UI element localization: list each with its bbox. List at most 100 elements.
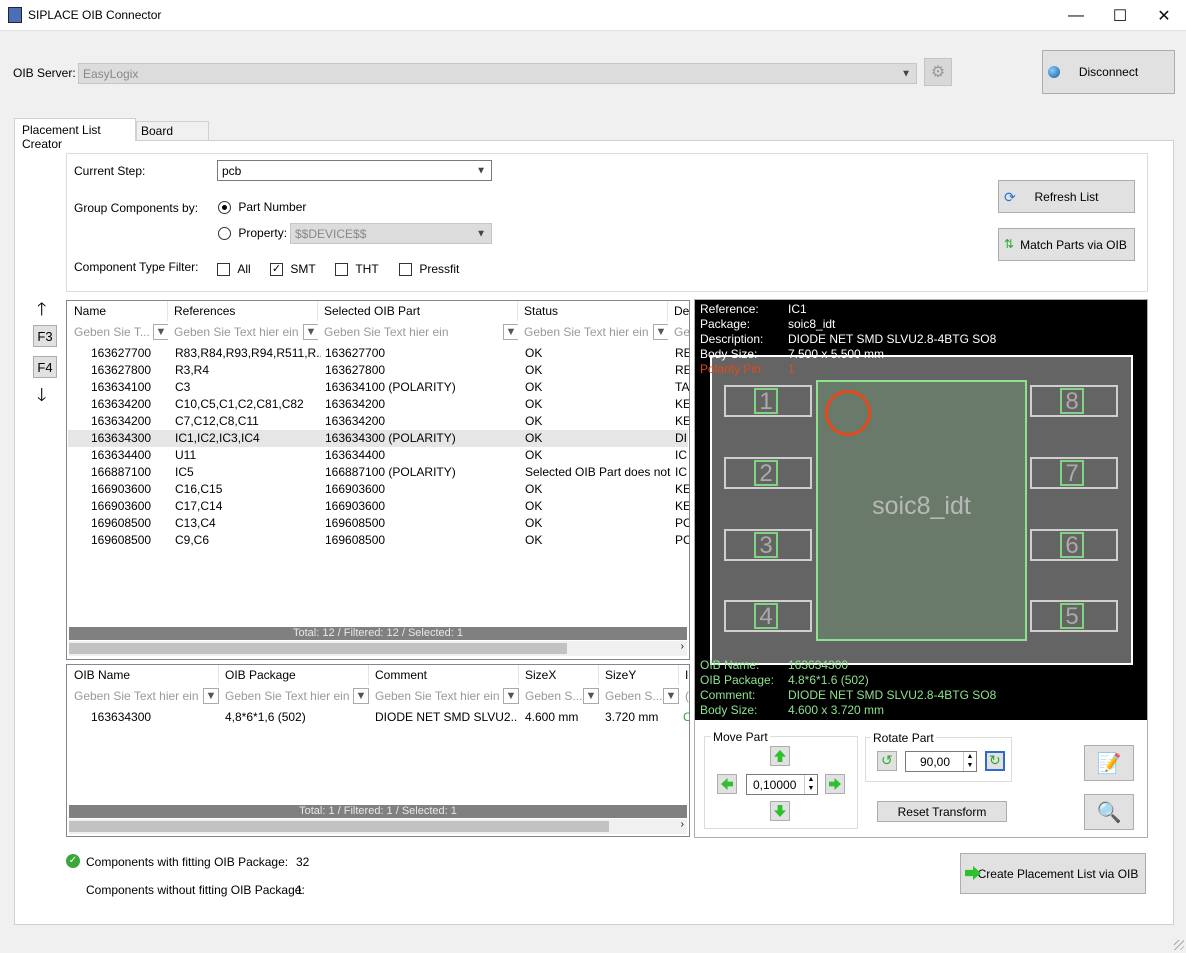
filter-icon[interactable]: ▼ <box>503 688 519 704</box>
filter-pressfit-checkbox[interactable]: Pressfit <box>399 262 459 277</box>
resize-grip-icon[interactable] <box>1174 940 1184 950</box>
move-up-button[interactable] <box>770 746 790 766</box>
column-header[interactable]: SizeY <box>599 665 679 685</box>
scrollbar-thumb[interactable] <box>69 643 567 654</box>
column-header[interactable]: Selected OIB Part <box>318 301 518 321</box>
table-row[interactable]: ✓163627800R3,R4163627800OKRE <box>68 362 689 379</box>
parts-table[interactable]: Name References Selected OIB Part Status… <box>66 300 690 660</box>
chevron-right-icon[interactable]: › <box>681 819 684 830</box>
body-size-value: 7.500 x 5.500 mm <box>788 347 885 361</box>
refresh-list-button[interactable]: ⟳ Refresh List <box>998 180 1135 213</box>
oib-horizontal-scrollbar[interactable]: › <box>69 819 687 834</box>
filter-input[interactable]: Ge <box>668 322 689 342</box>
table-row[interactable]: ✓166903600C16,C15166903600OKKE <box>68 481 689 498</box>
column-header[interactable]: I <box>679 665 689 685</box>
oib-table[interactable]: OIB Name OIB Package Comment SizeX SizeY… <box>66 664 690 837</box>
oib-body-label: Body Size: <box>700 703 758 717</box>
filter-tht-checkbox[interactable]: THT <box>335 262 379 277</box>
parts-horizontal-scrollbar[interactable]: › <box>69 641 687 656</box>
move-left-button[interactable] <box>717 774 737 794</box>
filter-icon[interactable]: ▼ <box>353 688 369 704</box>
filter-all-checkbox[interactable]: All <box>217 262 251 277</box>
table-row[interactable]: ✓163634200C7,C12,C8,C11163634200OKKE <box>68 413 689 430</box>
filter-icon[interactable]: ▼ <box>663 688 679 704</box>
part-number-radio[interactable]: Part Number <box>218 200 306 215</box>
oib-part-cell: 163627800 <box>325 363 386 377</box>
filter-input[interactable]: Geben Sie Text hier ein <box>68 686 202 706</box>
reset-transform-button[interactable]: Reset Transform <box>877 801 1007 822</box>
polarity-value: 1 <box>788 362 795 376</box>
tab-board-creator[interactable]: Board Creator <box>136 121 209 152</box>
create-placement-list-button[interactable]: Create Placement List via OIB <box>960 853 1146 894</box>
filter-icon[interactable]: ▼ <box>153 324 169 340</box>
up-arrow-icon[interactable]: 🡑 <box>37 300 46 318</box>
filter-input[interactable]: Geben Sie Text hier ein <box>518 322 652 342</box>
spinner-icon[interactable]: ▲ ▼ <box>963 752 976 771</box>
description-cell: IC <box>675 448 687 462</box>
column-header[interactable]: OIB Name <box>68 665 219 685</box>
zoom-button[interactable]: 🔍 <box>1084 794 1134 830</box>
property-radio[interactable]: Property: <box>218 226 287 241</box>
filter-icon[interactable]: ▼ <box>203 688 219 704</box>
table-row[interactable]: ✓ 163634300 4,8*6*1,6 (502) DIODE NET SM… <box>68 709 689 726</box>
column-header[interactable]: De <box>668 301 689 321</box>
table-row[interactable]: ✓163634400U11163634400OKIC <box>68 447 688 464</box>
table-row[interactable]: ✓163627700R83,R84,R93,R94,R511,R...16362… <box>68 345 689 362</box>
name-cell: 169608500 <box>91 533 152 547</box>
filter-icon[interactable]: ▼ <box>583 688 599 704</box>
table-row[interactable]: ✓163634100C3163634100 (POLARITY)OKTA <box>68 379 689 396</box>
table-row[interactable]: 166887100 IC5 166887100 (POLARITY) Selected… <box>68 464 688 481</box>
column-header[interactable]: SizeX <box>519 665 599 685</box>
package-viewer[interactable]: soic8_idt 1 2 3 4 8 7 6 5 Reference: IC1… <box>695 300 1147 720</box>
move-right-button[interactable] <box>825 774 845 794</box>
disconnect-button[interactable]: Disconnect <box>1042 50 1175 94</box>
filter-input[interactable]: Geben S... <box>599 686 663 706</box>
rotate-ccw-button[interactable]: ↺ <box>877 751 897 771</box>
tab-placement-list-creator[interactable]: Placement List Creator <box>14 118 136 151</box>
close-button[interactable]: ✕ <box>1141 0 1186 31</box>
column-header[interactable]: Status <box>518 301 668 321</box>
column-header[interactable]: OIB Package <box>219 665 369 685</box>
table-row[interactable]: ✓169608500C13,C4169608500OKPC <box>68 515 689 532</box>
filter-icon[interactable]: ▼ <box>503 324 519 340</box>
current-step-select[interactable]: pcb ▼ <box>217 160 492 181</box>
filter-input[interactable]: Geben Sie T... <box>68 322 152 342</box>
column-header[interactable]: Comment <box>369 665 519 685</box>
filter-input[interactable]: Geben Sie Text hier ein <box>318 322 502 342</box>
filter-icon[interactable]: ▼ <box>653 324 669 340</box>
server-select[interactable]: EasyLogix ▼ <box>78 63 917 84</box>
filter-input[interactable]: Geben S... <box>519 686 583 706</box>
property-select[interactable]: $$DEVICE$$ ▼ <box>290 223 492 244</box>
pin-number: 5 <box>1060 603 1084 629</box>
filter-icon[interactable]: ▼ <box>303 324 319 340</box>
table-row[interactable]: ✓163634200C10,C5,C1,C2,C81,C82163634200O… <box>68 396 689 413</box>
filter-input[interactable]: Geben Sie Text hier ein <box>369 686 503 706</box>
column-header[interactable]: References <box>168 301 318 321</box>
f3-button[interactable]: F3 <box>33 325 57 347</box>
chevron-right-icon[interactable]: › <box>681 641 684 652</box>
rotate-cw-button[interactable]: ↻ <box>985 751 1005 771</box>
match-parts-button[interactable]: ⇅ Match Parts via OIB <box>998 228 1135 261</box>
filter-smt-checkbox[interactable]: ✓ SMT <box>270 262 316 277</box>
column-header[interactable]: Name <box>68 301 168 321</box>
chevron-down-icon: ▼ <box>476 165 486 176</box>
down-arrow-icon[interactable]: 🡓 <box>37 386 46 404</box>
table-row[interactable]: ✓166903600C17,C14166903600OKKE <box>68 498 689 515</box>
table-row[interactable]: ✓163634300IC1,IC2,IC3,IC4163634300 (POLA… <box>68 430 688 447</box>
server-settings-button[interactable]: ⚙ <box>924 58 952 86</box>
filter-input[interactable]: Geben Sie Text hier ein <box>168 322 302 342</box>
move-down-button[interactable] <box>770 801 790 821</box>
nonfitting-label: Components without fitting OIB Package: <box>86 883 305 897</box>
move-step-input[interactable]: 0,10000 ▲ ▼ <box>746 774 818 795</box>
table-row[interactable]: ✓169608500C9,C6169608500OKPC <box>68 532 689 549</box>
rotate-angle-input[interactable]: 90,00 ▲ ▼ <box>905 751 977 772</box>
name-cell: 163634200 <box>91 397 152 411</box>
scrollbar-thumb[interactable] <box>69 821 609 832</box>
spinner-icon[interactable]: ▲ ▼ <box>804 775 817 794</box>
maximize-button[interactable]: ☐ <box>1097 0 1143 31</box>
filter-input[interactable]: Geben Sie Text hier ein <box>219 686 353 706</box>
edit-notes-button[interactable]: 📝 <box>1084 745 1134 781</box>
minimize-button[interactable]: — <box>1053 0 1099 31</box>
f4-button[interactable]: F4 <box>33 356 57 378</box>
filter-input[interactable]: ( <box>679 686 689 706</box>
